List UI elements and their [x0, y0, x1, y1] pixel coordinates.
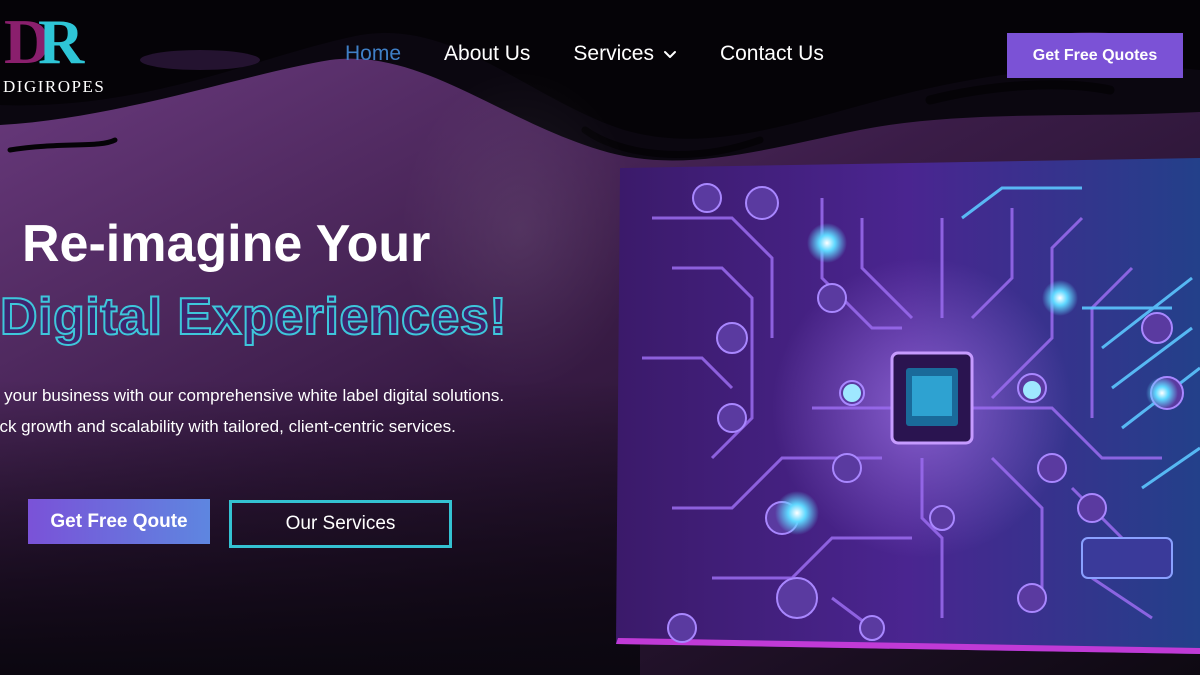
- nav-item-home[interactable]: Home: [345, 42, 401, 66]
- chevron-down-icon: [663, 51, 676, 58]
- nav-item-contact-us[interactable]: Contact Us: [720, 42, 824, 66]
- logo-brand-name: DIGIROPES: [3, 77, 106, 96]
- hero-description: n your business with our comprehensive w…: [0, 380, 590, 442]
- hero-title: Re-imagine Your: [22, 215, 431, 273]
- hero-subtitle: Digital Experiences!: [0, 287, 508, 347]
- circuit-board-image: [616, 158, 1200, 654]
- nav-item-about-us[interactable]: About Us: [444, 42, 530, 66]
- logo-mark: D R: [4, 6, 104, 78]
- nav-item-services[interactable]: Services: [573, 42, 677, 66]
- site-logo[interactable]: D R DIGIROPES: [0, 0, 132, 104]
- logo-letter-r: R: [38, 6, 85, 77]
- main-navigation: Home About Us Services Contact Us: [345, 42, 867, 66]
- nav-item-services-label: Services: [573, 42, 654, 65]
- get-free-quote-button[interactable]: Get Free Qoute: [28, 499, 210, 544]
- hero-description-line: n your business with our comprehensive w…: [0, 386, 505, 405]
- hero-description-line: ock growth and scalability with tailored…: [0, 417, 456, 436]
- our-services-button[interactable]: Our Services: [229, 500, 452, 548]
- get-free-quotes-button[interactable]: Get Free Quotes: [1007, 33, 1183, 78]
